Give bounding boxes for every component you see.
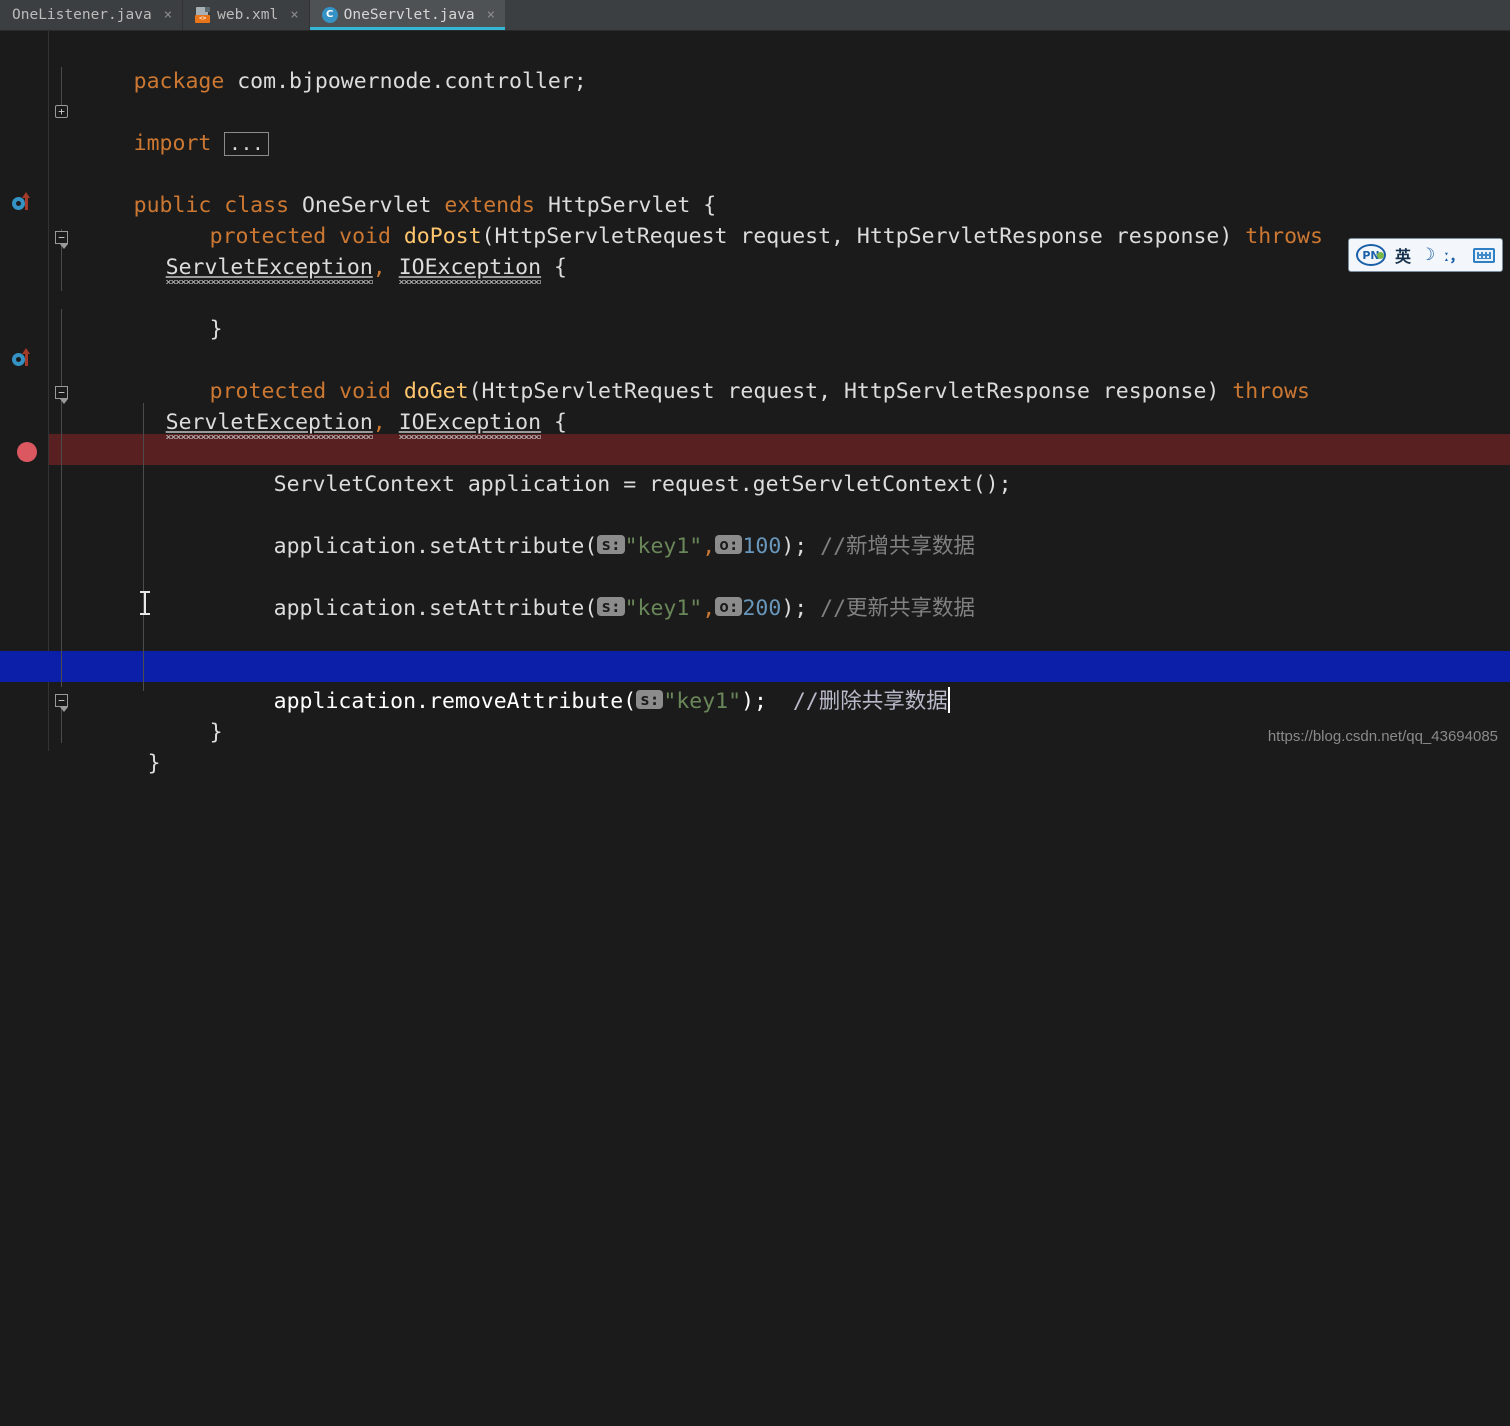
java-class-icon: C [322, 7, 338, 23]
code-line[interactable]: import ... [0, 97, 1510, 128]
code-line[interactable]: ServletException, IOException { [0, 376, 1510, 407]
tab-label: web.xml [217, 7, 278, 23]
mouse-text-cursor [140, 591, 150, 615]
token-close-paren-semicolon: ); [781, 596, 807, 621]
param-hint-s: s: [597, 535, 624, 554]
code-editor[interactable]: + − − − package com.bjpowernode.controll… [0, 31, 1510, 751]
code-line-selected[interactable]: application.removeAttribute(s:"key1"); /… [0, 655, 1510, 686]
comment-add-shared-data: //新增共享数据 [820, 534, 975, 559]
token-exception-ioexception: IOException [399, 255, 541, 280]
code-line[interactable]: } [0, 686, 1510, 717]
xml-icon-text: <> [195, 15, 210, 23]
token-keyword: import [134, 131, 212, 156]
tab-oneservlet-java[interactable]: C OneServlet.java × [310, 0, 505, 30]
token-package-name: com.bjpowernode.controller; [237, 69, 587, 94]
token-brace: { [554, 255, 567, 280]
ime-punctuation-icon[interactable]: ː， [1444, 245, 1464, 266]
code-line[interactable]: public class OneServlet extends HttpServ… [0, 159, 1510, 190]
xml-file-icon: <> [195, 7, 211, 23]
editor-tab-bar: OneListener.java × <> web.xml × C OneSer… [0, 0, 1510, 31]
param-hint-o: o: [715, 535, 742, 554]
code-line[interactable]: package com.bjpowernode.controller; [0, 35, 1510, 66]
token-method-setattribute: setAttribute [429, 534, 584, 559]
token-variable-application: application [468, 472, 610, 497]
token-number-100: 100 [742, 534, 781, 559]
code-line[interactable]: protected void doGet(HttpServletRequest … [0, 345, 1510, 376]
token-assign: = [623, 472, 636, 497]
code-line-breakpoint[interactable]: ServletContext application = request.get… [0, 438, 1510, 469]
tab-onelistener-java[interactable]: OneListener.java × [0, 0, 182, 30]
token-brace: } [210, 317, 223, 342]
tab-close-icon[interactable]: × [487, 8, 495, 22]
token-paren: ( [584, 596, 597, 621]
comment-update-shared-data: //更新共享数据 [820, 596, 975, 621]
ime-mode-label[interactable]: 英 [1395, 243, 1411, 267]
code-line[interactable]: application.setAttribute(s:"key1",o:200)… [0, 562, 1510, 593]
tab-label: OneListener.java [12, 7, 152, 23]
token-receiver: application. [274, 596, 429, 621]
token-paren: ( [584, 534, 597, 559]
tab-close-icon[interactable]: × [164, 8, 172, 22]
code-line[interactable]: protected void doPost(HttpServletRequest… [0, 190, 1510, 221]
token-comma: , [373, 410, 386, 435]
token-expression-getservletcontext: request.getServletContext(); [649, 472, 1011, 497]
tab-web-xml[interactable]: <> web.xml × [183, 0, 309, 30]
param-hint-o: o: [715, 597, 742, 616]
token-exception-servletexception: ServletException [166, 255, 373, 280]
code-line[interactable]: ServletException, IOException { [0, 221, 1510, 252]
token-comma: , [373, 255, 386, 280]
tab-close-icon[interactable]: × [290, 8, 298, 22]
param-hint-s: s: [597, 597, 624, 616]
collapsed-import-fold[interactable]: ... [224, 132, 268, 156]
ime-logo-icon: PN [1356, 244, 1386, 266]
code-line[interactable]: } [0, 283, 1510, 314]
token-brace: } [148, 751, 161, 776]
tab-label: OneServlet.java [344, 7, 475, 23]
token-keyword: package [134, 69, 225, 94]
token-string-key1: "key1" [625, 534, 703, 559]
active-tab-underline [310, 27, 505, 30]
token-brace: { [554, 410, 567, 435]
code-content[interactable]: package com.bjpowernode.controller; impo… [0, 31, 1510, 751]
token-string-key1: "key1" [625, 596, 703, 621]
code-line[interactable]: application.setAttribute(s:"key1",o:100)… [0, 500, 1510, 531]
token-method-setattribute: setAttribute [429, 596, 584, 621]
token-comma: , [702, 534, 715, 559]
token-close-paren-semicolon: ); [781, 534, 807, 559]
watermark-url: https://blog.csdn.net/qq_43694085 [1268, 728, 1498, 745]
token-number-200: 200 [742, 596, 781, 621]
token-type-servletcontext: ServletContext [274, 472, 455, 497]
token-comma: , [702, 596, 715, 621]
ime-moon-icon[interactable]: ☽ [1420, 245, 1435, 265]
token-exception-servletexception: ServletException [166, 410, 373, 435]
ime-keyboard-icon[interactable] [1473, 248, 1495, 263]
token-receiver: application. [274, 534, 429, 559]
ime-toolbar[interactable]: PN 英 ☽ ː， [1348, 238, 1503, 272]
token-exception-ioexception: IOException [399, 410, 541, 435]
